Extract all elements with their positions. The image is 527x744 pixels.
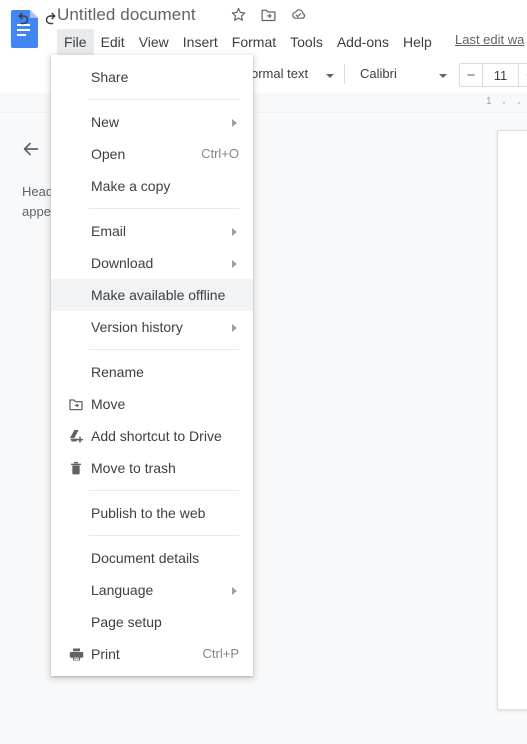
- menu-item-label: Document details: [91, 550, 200, 566]
- move-folder-icon: [65, 388, 87, 420]
- menu-item-move[interactable]: Move: [51, 388, 253, 420]
- paragraph-style-dropdown[interactable]: ormal text: [251, 66, 308, 81]
- menu-divider: [89, 490, 239, 491]
- menu-item-shortcut: Ctrl+O: [201, 146, 239, 161]
- menu-view[interactable]: View: [132, 29, 176, 55]
- menu-item-download[interactable]: Download: [51, 247, 253, 279]
- ruler-tick: [518, 102, 520, 104]
- move-to-folder-icon[interactable]: [258, 4, 278, 24]
- font-size-increase-button[interactable]: +: [519, 64, 527, 86]
- paragraph-style-value: ormal text: [251, 66, 309, 81]
- menu-item-label: Make available offline: [91, 287, 226, 303]
- menu-bar: File Edit View Insert Format Tools Add-o…: [57, 29, 439, 55]
- menu-item-version-history[interactable]: Version history: [51, 311, 253, 343]
- trash-icon: [65, 452, 87, 484]
- drive-shortcut-icon: [65, 420, 87, 452]
- font-family-dropdown[interactable]: Calibri: [360, 66, 397, 81]
- menu-edit[interactable]: Edit: [94, 29, 132, 55]
- font-family-value: Calibri: [360, 66, 397, 81]
- chevron-right-icon: [232, 228, 237, 236]
- menu-item-add-shortcut-to-drive[interactable]: Add shortcut to Drive: [51, 420, 253, 452]
- print-icon: [65, 638, 87, 670]
- chevron-right-icon: [232, 260, 237, 268]
- menu-item-email[interactable]: Email: [51, 215, 253, 247]
- back-arrow-icon[interactable]: [18, 136, 44, 162]
- menu-divider: [89, 208, 239, 209]
- menu-item-print[interactable]: Print Ctrl+P: [51, 638, 253, 670]
- menu-divider: [89, 535, 239, 536]
- menu-format[interactable]: Format: [225, 29, 283, 55]
- menu-item-rename[interactable]: Rename: [51, 356, 253, 388]
- font-size-input[interactable]: 11: [483, 64, 519, 86]
- menu-divider: [89, 99, 239, 100]
- menu-file[interactable]: File: [57, 29, 94, 55]
- title-action-icons: [228, 4, 308, 24]
- menu-item-make-available-offline[interactable]: Make available offline: [51, 279, 253, 311]
- menu-item-label: Email: [91, 223, 127, 239]
- menu-item-language[interactable]: Language: [51, 574, 253, 606]
- menu-item-label: Rename: [91, 364, 144, 380]
- ruler-page-marker: 1: [486, 96, 492, 107]
- menu-item-label: Make a copy: [91, 178, 171, 194]
- menu-item-share[interactable]: Share: [51, 61, 253, 93]
- font-size-stepper: − 11 +: [459, 63, 527, 87]
- paragraph-style-caret-icon[interactable]: [326, 74, 334, 78]
- menu-item-label: New: [91, 114, 120, 130]
- menu-item-move-to-trash[interactable]: Move to trash: [51, 452, 253, 484]
- menu-item-page-setup[interactable]: Page setup: [51, 606, 253, 638]
- document-page[interactable]: [497, 130, 527, 710]
- menu-item-label: Download: [91, 255, 154, 271]
- menu-tools[interactable]: Tools: [283, 29, 330, 55]
- star-icon[interactable]: [228, 4, 248, 24]
- menu-item-shortcut: Ctrl+P: [202, 646, 239, 661]
- menu-item-label: Page setup: [91, 614, 162, 630]
- menu-add-ons[interactable]: Add-ons: [330, 29, 396, 55]
- document-title[interactable]: Untitled document: [57, 3, 196, 27]
- font-family-caret-icon[interactable]: [439, 74, 447, 78]
- last-edit-link[interactable]: Last edit wa: [455, 32, 524, 47]
- google-docs-window: Untitled document File Edit View Insert …: [0, 0, 527, 744]
- menu-item-publish-to-the-web[interactable]: Publish to the web: [51, 497, 253, 529]
- undo-icon[interactable]: [12, 8, 34, 30]
- menu-item-label: Move: [91, 396, 126, 412]
- chevron-right-icon: [232, 324, 237, 332]
- menu-item-label: Language: [91, 582, 154, 598]
- menu-divider: [89, 349, 239, 350]
- menu-insert[interactable]: Insert: [176, 29, 225, 55]
- header-bar: Untitled document File Edit View Insert …: [0, 0, 527, 57]
- menu-item-label: Open: [91, 146, 126, 162]
- file-menu-dropdown: Share New Open Ctrl+O Make a copy Email …: [51, 55, 253, 676]
- toolbar-divider: [344, 64, 345, 84]
- ruler-tick: [503, 102, 505, 104]
- menu-item-label: Version history: [91, 319, 183, 335]
- redo-icon[interactable]: [40, 8, 62, 30]
- menu-item-make-a-copy[interactable]: Make a copy: [51, 170, 253, 202]
- chevron-right-icon: [232, 587, 237, 595]
- chevron-right-icon: [232, 119, 237, 127]
- menu-item-label: Publish to the web: [91, 505, 206, 521]
- font-size-decrease-button[interactable]: −: [460, 64, 483, 86]
- menu-help[interactable]: Help: [396, 29, 439, 55]
- menu-item-open[interactable]: Open Ctrl+O: [51, 138, 253, 170]
- cloud-saved-icon[interactable]: [288, 4, 308, 24]
- menu-item-new[interactable]: New: [51, 106, 253, 138]
- menu-item-document-details[interactable]: Document details: [51, 542, 253, 574]
- menu-item-label: Share: [91, 69, 129, 85]
